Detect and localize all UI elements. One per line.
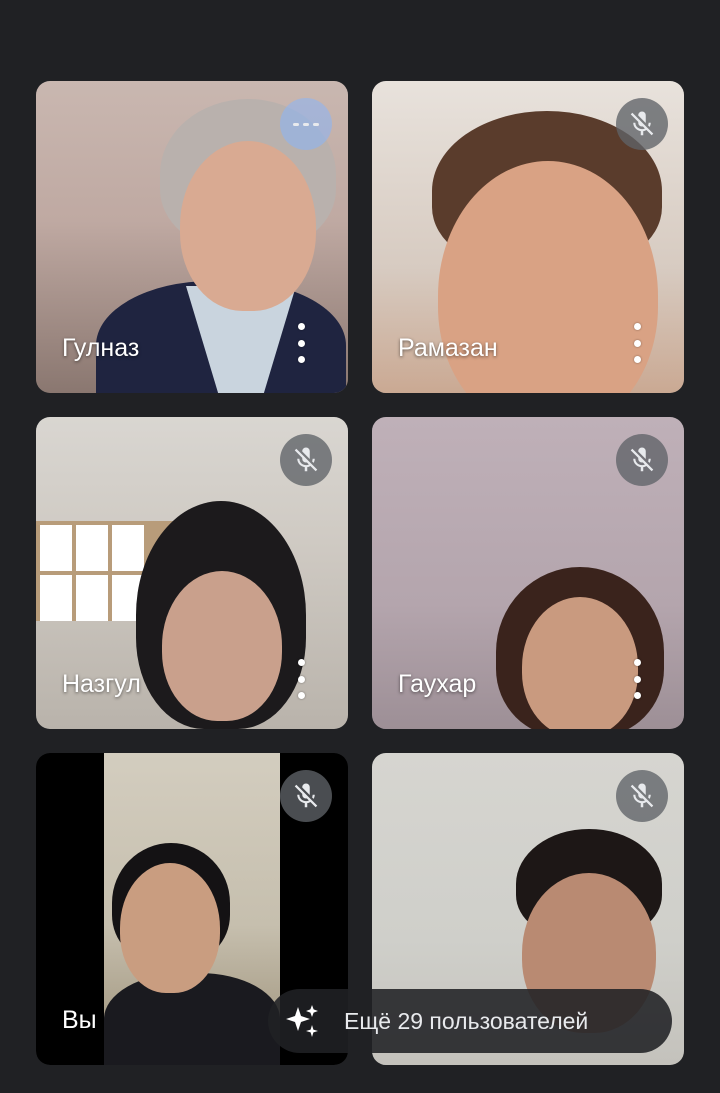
more-vert-icon[interactable] xyxy=(628,323,646,363)
sparkle-icon xyxy=(272,989,332,1053)
participant-tile-ramazan[interactable]: Рамазан xyxy=(372,81,684,393)
participant-name: Вы xyxy=(62,1006,97,1034)
more-vert-icon[interactable] xyxy=(292,323,310,363)
more-vert-icon[interactable] xyxy=(292,659,310,699)
participant-face xyxy=(180,141,316,311)
participant-name: Назгул xyxy=(62,670,141,698)
more-participants-button[interactable]: Ещё 29 пользователей xyxy=(268,989,672,1053)
participant-name: Рамазан xyxy=(398,334,498,362)
mic-off-icon xyxy=(616,98,668,150)
participant-face xyxy=(522,597,638,729)
audio-level-icon xyxy=(280,98,332,150)
mic-off-icon xyxy=(280,434,332,486)
mic-off-icon xyxy=(616,434,668,486)
participant-name: Гаухар xyxy=(398,670,477,698)
participant-face xyxy=(120,863,220,993)
participant-face xyxy=(162,571,282,721)
more-participants-label: Ещё 29 пользователей xyxy=(344,1007,589,1034)
mic-off-icon xyxy=(280,770,332,822)
participant-tile-gaukhar[interactable]: Гаухар xyxy=(372,417,684,729)
participant-name: Гулназ xyxy=(62,334,140,362)
mic-off-icon xyxy=(616,770,668,822)
participant-tile-gulnaz[interactable]: Гулназ xyxy=(36,81,348,393)
participant-tile-nazgul[interactable]: Назгул xyxy=(36,417,348,729)
meeting-grid: Гулназ Рамазан Назгул Гаухар Вы Ещё 29 п… xyxy=(0,0,720,1093)
more-vert-icon[interactable] xyxy=(628,659,646,699)
